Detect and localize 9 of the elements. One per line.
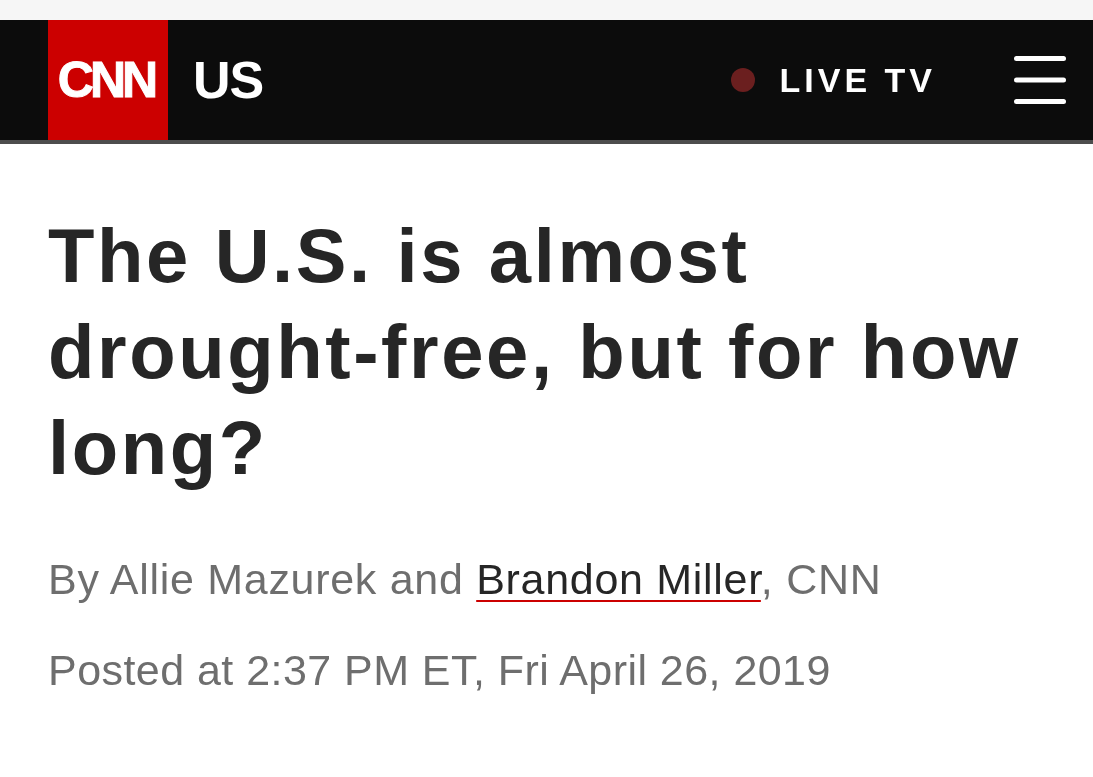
author-link[interactable]: Brandon Miller [476,555,761,603]
menu-icon[interactable] [1014,56,1066,104]
byline: By Allie Mazurek and Brandon Miller, CNN [48,554,883,604]
headline: The U.S. is almost drought-free, but for how long? [48,212,1022,492]
posted-date: Posted at 2:37 PM ET, Fri April 26, 2019 [48,645,832,695]
logo[interactable]: CNN [48,20,168,140]
dot-icon [730,68,755,92]
section-title[interactable]: US [193,54,264,106]
live-tv-button[interactable]: LIVE TV [730,60,936,100]
